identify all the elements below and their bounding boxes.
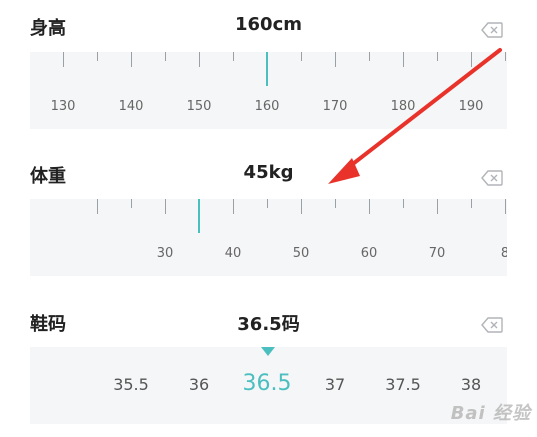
height-tick xyxy=(63,52,64,67)
weight-tick-label: 30 xyxy=(156,246,174,261)
weight-tick xyxy=(165,199,166,214)
shoe-clear-button[interactable] xyxy=(481,317,503,333)
height-tick xyxy=(301,52,302,61)
height-tick xyxy=(335,52,336,67)
weight-tick xyxy=(471,199,472,208)
height-tick-label: 180 xyxy=(390,99,416,114)
backspace-icon xyxy=(481,22,503,38)
weight-tick xyxy=(97,199,98,214)
weight-tick-label: 8 xyxy=(500,246,507,261)
weight-ruler[interactable]: 30 40 50 60 70 8 xyxy=(30,199,507,276)
weight-tick-label: 50 xyxy=(292,246,310,261)
height-tick xyxy=(369,52,370,61)
height-value: 160cm xyxy=(235,14,302,35)
backspace-icon xyxy=(481,170,503,186)
shoe-option-selected[interactable]: 36.5 xyxy=(243,371,292,396)
shoe-option[interactable]: 37 xyxy=(325,375,345,394)
height-tick xyxy=(97,52,98,61)
weight-ticks: 30 40 50 60 70 8 xyxy=(30,199,507,276)
shoe-value: 36.5码 xyxy=(237,314,300,335)
weight-tick xyxy=(131,199,132,208)
height-tick xyxy=(131,52,132,67)
weight-tick xyxy=(335,199,336,208)
weight-tick xyxy=(301,199,302,214)
height-tick xyxy=(437,52,438,61)
weight-tick-label: 60 xyxy=(360,246,378,261)
shoe-option[interactable]: 35.5 xyxy=(113,375,149,394)
height-tick xyxy=(471,52,472,67)
weight-tick-label: 70 xyxy=(428,246,446,261)
weight-tick xyxy=(267,199,268,208)
height-tick xyxy=(199,52,200,67)
weight-clear-button[interactable] xyxy=(481,170,503,186)
height-tick-label: 130 xyxy=(50,99,76,114)
selection-pointer-icon xyxy=(261,347,275,356)
height-ticks: 130 140 150 160 170 180 190 xyxy=(30,52,507,129)
height-clear-button[interactable] xyxy=(481,22,503,38)
height-ruler[interactable]: 130 140 150 160 170 180 190 xyxy=(30,52,507,129)
height-tick-label: 160 xyxy=(254,99,280,114)
weight-tick xyxy=(505,199,506,214)
weight-tick xyxy=(403,199,404,208)
weight-tick xyxy=(437,199,438,214)
height-center-indicator xyxy=(266,52,268,86)
backspace-icon xyxy=(481,317,503,333)
shoe-option[interactable]: 36 xyxy=(189,375,209,394)
shoe-option[interactable]: 37.5 xyxy=(385,375,421,394)
shoe-option[interactable]: 38 xyxy=(461,375,481,394)
height-tick-label: 140 xyxy=(118,99,144,114)
weight-tick xyxy=(233,199,234,214)
weight-center-indicator xyxy=(198,199,200,233)
watermark: Bai 经验 xyxy=(450,403,531,424)
weight-value: 45kg xyxy=(243,162,294,183)
shoe-picker[interactable]: 35.5 36 36.5 37 37.5 38 xyxy=(30,347,507,424)
height-tick-label: 190 xyxy=(458,99,484,114)
height-tick xyxy=(165,52,166,61)
height-tick xyxy=(403,52,404,67)
weight-tick-label: 40 xyxy=(224,246,242,261)
height-tick-label: 170 xyxy=(322,99,348,114)
height-tick xyxy=(233,52,234,61)
weight-tick xyxy=(369,199,370,214)
height-tick xyxy=(505,52,506,61)
height-tick-label: 150 xyxy=(186,99,212,114)
